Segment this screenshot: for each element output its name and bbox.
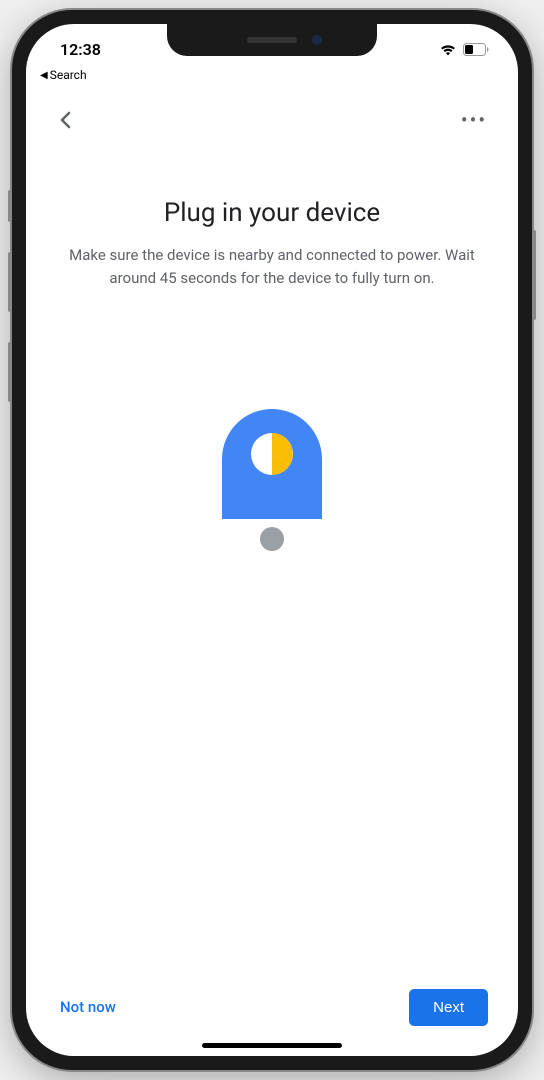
- back-to-app-button[interactable]: ◀ Search: [26, 68, 518, 84]
- next-button[interactable]: Next: [409, 989, 488, 1026]
- back-arrow-small-icon: ◀: [40, 70, 48, 81]
- page-title: Plug in your device: [56, 198, 488, 228]
- page-subtitle: Make sure the device is nearby and conne…: [56, 244, 488, 289]
- app-header: •••: [26, 84, 518, 148]
- back-app-label: Search: [50, 68, 87, 82]
- phone-frame: 12:38: [12, 10, 532, 1070]
- chevron-left-icon: [54, 108, 78, 132]
- more-horizontal-icon: •••: [461, 108, 487, 132]
- content-area: Plug in your device Make sure the device…: [26, 148, 518, 988]
- status-time: 12:38: [60, 40, 101, 59]
- battery-icon: [463, 43, 490, 56]
- device-illustration: [56, 289, 488, 988]
- back-button[interactable]: [46, 100, 86, 140]
- wifi-icon: [439, 43, 457, 56]
- more-options-button[interactable]: •••: [454, 100, 494, 140]
- notch: [167, 24, 377, 56]
- not-now-button[interactable]: Not now: [56, 988, 120, 1026]
- phone-screen: 12:38: [26, 24, 518, 1056]
- bell-device-icon: [212, 399, 332, 559]
- home-indicator[interactable]: [202, 1043, 342, 1048]
